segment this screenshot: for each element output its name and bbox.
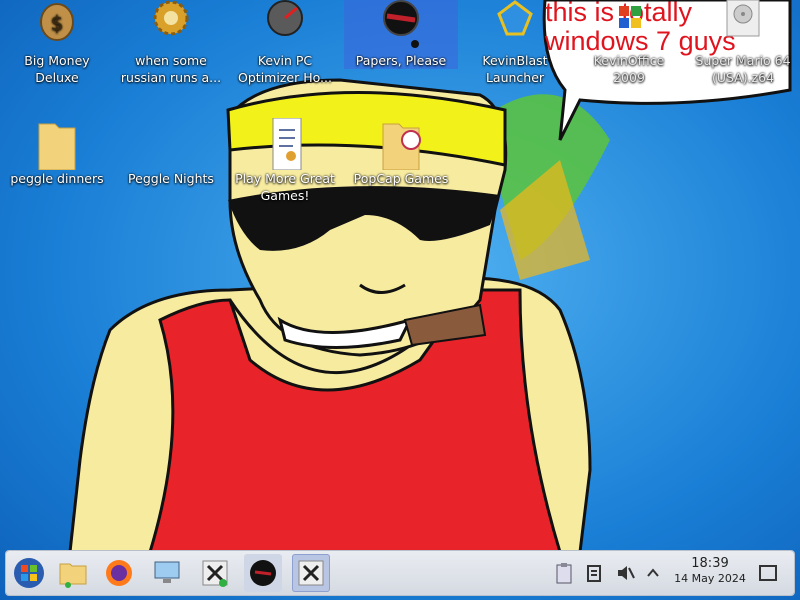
chevron-up-icon[interactable] (645, 562, 665, 584)
x-app-task[interactable] (292, 554, 330, 592)
desktop-icon-label: Peggle Nights (128, 171, 214, 186)
desktop-icon-label: Big Money Deluxe (24, 53, 90, 85)
computer-icon (154, 561, 180, 583)
disc-icon (726, 0, 760, 37)
desktop-icon-play-more-games[interactable]: Play More Great Games! (228, 118, 342, 204)
x-app-icon (298, 560, 324, 586)
speedometer-icon (267, 0, 303, 36)
desktop-icon-peggle-nights[interactable]: Peggle Nights (114, 118, 228, 187)
desktop-icon-label: Kevin PC Optimizer Ho... (238, 53, 332, 85)
desktop-icon-label: Super Mario 64 (USA).z64 (695, 53, 791, 85)
show-desktop-icon[interactable] (758, 562, 778, 584)
svg-text:$: $ (51, 11, 64, 35)
desktop-icon-label: PopCap Games (353, 171, 449, 186)
desktop-icon-label: Papers, Please (355, 53, 447, 68)
file-manager-button[interactable] (54, 554, 92, 592)
desktop-wallpaper (0, 0, 800, 600)
notes-tray-icon[interactable] (585, 562, 605, 584)
desktop-icon-label: when some russian runs a... (120, 53, 222, 85)
desktop-icon-super-mario-64[interactable]: Super Mario 64 (USA).z64 (686, 0, 800, 86)
office-icon (619, 6, 641, 28)
peggle-icon (139, 118, 203, 170)
firefox-button[interactable] (100, 554, 138, 592)
start-orb-icon (14, 558, 44, 588)
papers-please-icon (383, 0, 419, 48)
clock[interactable]: 18:39 14 May 2024 (668, 556, 752, 586)
bejeweled-icon (497, 0, 533, 36)
desktop-icon-peggle-dinners[interactable]: peggle dinners (0, 118, 114, 187)
papers-please-task[interactable] (244, 554, 282, 592)
desktop-icon-big-money[interactable]: $ Big Money Deluxe (0, 0, 114, 86)
wine-app-button[interactable] (196, 554, 234, 592)
papers-please-icon (250, 560, 276, 586)
desktop-icon-russian[interactable]: when some russian runs a... (114, 0, 228, 86)
folder-icon (38, 123, 76, 170)
clock-time: 18:39 (691, 556, 729, 571)
control-panel-button[interactable] (148, 554, 186, 592)
desktop-icon-kevin-pc-optimizer[interactable]: Kevin PC Optimizer Ho... (228, 0, 342, 86)
desktop-icon-kevinblast[interactable]: KevinBlast Launcher (458, 0, 572, 86)
desktop-icon-label: Play More Great Games! (235, 171, 335, 203)
desktop-icon-kevinoffice[interactable]: KevinOffice 2009 (572, 0, 686, 86)
desktop-icon-label: peggle dinners (10, 171, 104, 186)
money-bag-icon: $ (40, 3, 74, 41)
firefox-icon (106, 560, 132, 586)
volume-muted-icon[interactable] (615, 562, 635, 584)
taskbar: 18:39 14 May 2024 (6, 551, 794, 595)
popcap-folder-icon (382, 123, 421, 170)
desktop-icon-label: KevinOffice 2009 (593, 53, 665, 85)
folder-icon (59, 563, 87, 588)
gear-icon (153, 0, 189, 36)
clipboard-tray-icon[interactable] (555, 562, 575, 584)
start-button[interactable] (10, 554, 48, 592)
desktop-icon-papers-please[interactable]: Papers, Please (344, 0, 458, 69)
desktop-icon-label: KevinBlast Launcher (482, 53, 548, 85)
x-app-icon (202, 560, 228, 587)
desktop-icon-popcap-games[interactable]: PopCap Games (344, 118, 458, 187)
document-icon (272, 118, 302, 170)
clock-date: 14 May 2024 (674, 572, 746, 585)
